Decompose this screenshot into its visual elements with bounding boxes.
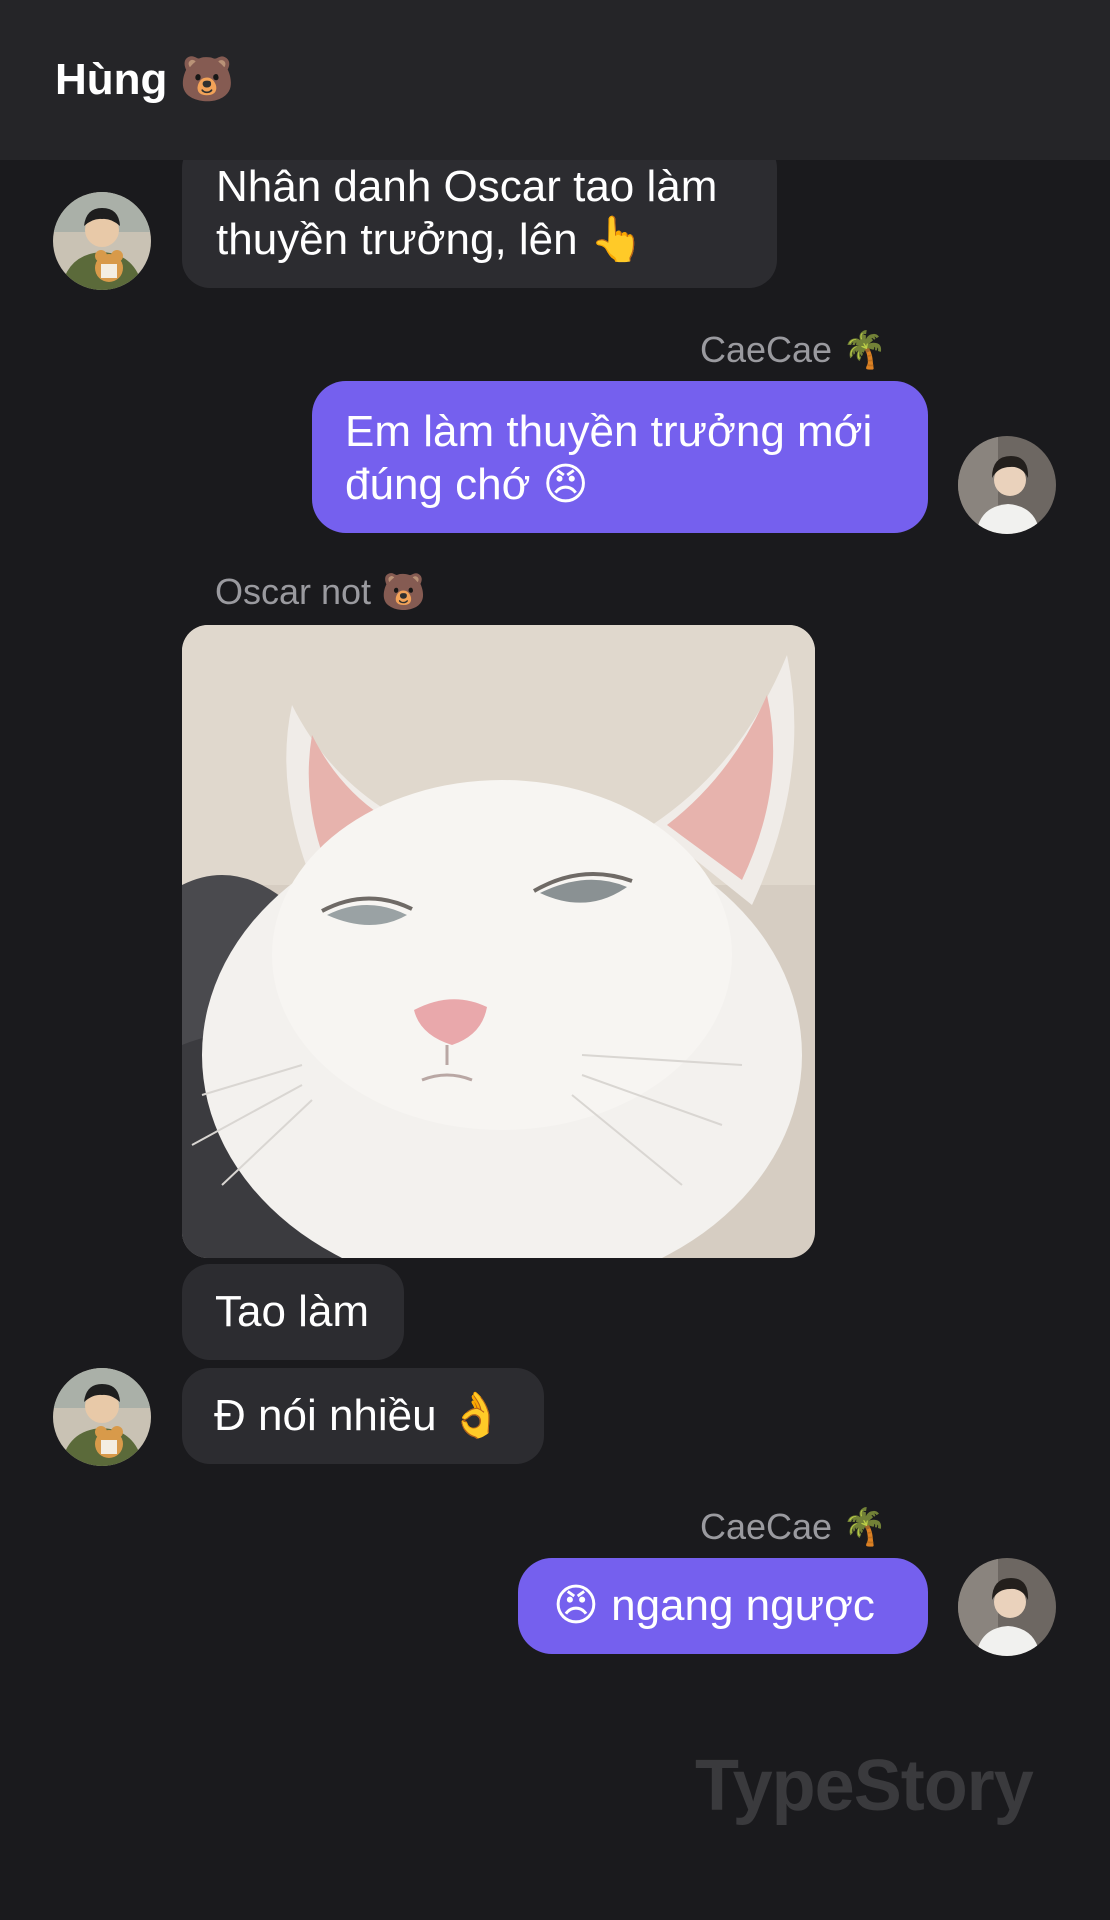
typestory-watermark: TypeStory xyxy=(695,1746,1034,1826)
chat-header: Hùng 🐻 xyxy=(0,0,1110,160)
message-photo[interactable] xyxy=(182,625,815,1258)
avatar-hung[interactable] xyxy=(53,1368,151,1466)
avatar-caecae-icon xyxy=(958,436,1056,534)
message-bubble-outgoing[interactable]: 😠 ngang ngược xyxy=(518,1558,928,1654)
message-bubble-incoming[interactable]: Nhân danh Oscar tao làm thuyền trưởng, l… xyxy=(182,140,777,288)
avatar-caecae[interactable] xyxy=(958,1558,1056,1656)
message-text: Đ nói nhiều 👌 xyxy=(214,1391,504,1440)
avatar-hung-icon xyxy=(53,1368,151,1466)
message-text: Tao làm xyxy=(215,1287,370,1336)
message-text: Em làm thuyền trưởng mới đúng chớ 😠 xyxy=(345,407,873,509)
chat-screen: Hùng 🐻 Nhân danh Oscar tao làm thuyền tr… xyxy=(0,0,1110,1920)
sender-name: CaeCae 🌴 xyxy=(700,329,887,370)
sender-name: Oscar not 🐻 xyxy=(215,571,426,612)
cat-photo-image xyxy=(182,625,815,1258)
message-bubble-outgoing[interactable]: Em làm thuyền trưởng mới đúng chớ 😠 xyxy=(312,381,928,533)
avatar-hung[interactable] xyxy=(53,192,151,290)
message-bubble-incoming[interactable]: Đ nói nhiều 👌 xyxy=(182,1368,544,1464)
sender-name: CaeCae 🌴 xyxy=(700,1506,887,1547)
message-text: Nhân danh Oscar tao làm thuyền trưởng, l… xyxy=(216,162,718,264)
message-bubble-incoming[interactable]: Tao làm xyxy=(182,1264,404,1360)
message-text: 😠 ngang ngược xyxy=(553,1581,875,1630)
avatar-caecae[interactable] xyxy=(958,436,1056,534)
avatar-hung-icon xyxy=(53,192,151,290)
avatar-caecae-icon xyxy=(958,1558,1056,1656)
chat-title[interactable]: Hùng 🐻 xyxy=(55,53,234,105)
